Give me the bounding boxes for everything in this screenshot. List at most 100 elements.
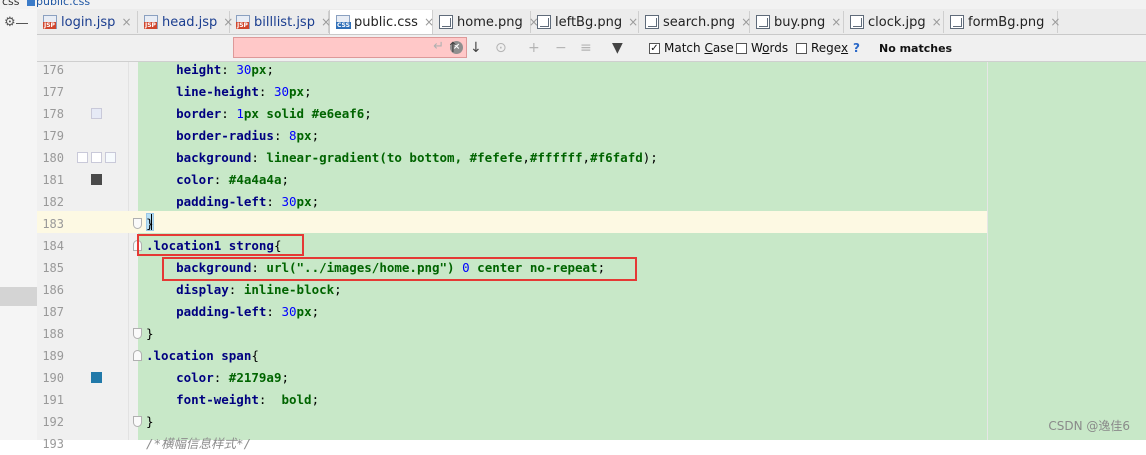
tab-clock-jpg[interactable]: clock.jpg × bbox=[844, 11, 944, 33]
code-line[interactable]: font-weight: bold; bbox=[146, 389, 319, 411]
tab-login-jsp[interactable]: login.jsp × bbox=[37, 11, 138, 33]
image-file-icon bbox=[950, 15, 964, 29]
filter-button[interactable]: ▼ bbox=[612, 39, 623, 57]
code-token: #2179a9 bbox=[228, 370, 282, 385]
tab-formbg-png[interactable]: formBg.png × bbox=[944, 11, 1060, 33]
color-swatch-icon[interactable] bbox=[77, 152, 88, 163]
jsp-file-icon bbox=[43, 15, 57, 29]
line-number: 185 bbox=[42, 261, 64, 275]
code-line[interactable]: .location span{ bbox=[146, 345, 259, 367]
code-line[interactable]: border: 1px solid #e6eaf6; bbox=[146, 103, 372, 125]
fold-marker-icon[interactable] bbox=[133, 416, 142, 427]
fold-marker-icon[interactable] bbox=[133, 350, 142, 361]
tab-leftbg-png[interactable]: leftBg.png × bbox=[531, 11, 639, 33]
option-label: Match Case bbox=[664, 41, 734, 55]
tab-label: formBg.png bbox=[968, 14, 1045, 30]
find-all-button[interactable]: ⊙ bbox=[495, 39, 507, 57]
current-line-highlight bbox=[37, 211, 987, 233]
code-line[interactable]: padding-left: 30px; bbox=[146, 301, 319, 323]
close-icon[interactable]: × bbox=[932, 15, 942, 29]
regex-help-link[interactable]: ? bbox=[853, 41, 860, 55]
jsp-file-icon bbox=[236, 15, 250, 29]
code-token: : bbox=[213, 370, 229, 385]
code-line[interactable]: } bbox=[146, 213, 154, 235]
line-number: 189 bbox=[42, 349, 64, 363]
search-status: No matches bbox=[879, 42, 953, 55]
tab-head-jsp[interactable]: head.jsp× bbox=[138, 11, 233, 33]
code-line[interactable]: color: #2179a9; bbox=[146, 367, 289, 389]
tab-buy-png[interactable]: buy.png × bbox=[750, 11, 844, 33]
code-token: ; bbox=[311, 304, 320, 319]
code-line[interactable]: } bbox=[146, 323, 154, 345]
code-token: px solid bbox=[243, 106, 312, 121]
color-swatch-icon[interactable] bbox=[91, 372, 102, 383]
select-all-occurrences-button[interactable]: ≡ bbox=[580, 39, 592, 57]
text-cursor bbox=[151, 214, 152, 230]
code-token: 30 bbox=[281, 194, 297, 209]
tab-public-css[interactable]: public.css× bbox=[329, 10, 434, 34]
code-token: ; bbox=[311, 128, 320, 143]
fold-marker-icon[interactable] bbox=[133, 328, 142, 339]
code-line[interactable]: padding-left: 30px; bbox=[146, 191, 319, 213]
code-line[interactable]: } bbox=[146, 411, 154, 433]
selected-tree-row[interactable] bbox=[0, 287, 37, 306]
line-number: 187 bbox=[42, 305, 64, 319]
code-token: 1 bbox=[236, 106, 244, 121]
code-token: : bbox=[273, 128, 289, 143]
code-token: : bbox=[221, 106, 237, 121]
remove-occurrence-button[interactable]: − bbox=[555, 39, 567, 57]
fold-marker-icon[interactable] bbox=[133, 218, 142, 229]
close-icon[interactable]: × bbox=[1050, 15, 1060, 29]
watermark: CSDN @逸佳6 bbox=[1048, 419, 1130, 433]
code-token: #4a4a4a bbox=[228, 172, 282, 187]
line-number: 179 bbox=[42, 129, 64, 143]
code-line[interactable]: border-radius: 8px; bbox=[146, 125, 319, 147]
option-words[interactable]: Words bbox=[736, 41, 788, 55]
prev-occurrence-button[interactable]: ↑ bbox=[447, 39, 459, 57]
code-token: ; bbox=[281, 172, 290, 187]
code-token: } bbox=[146, 326, 154, 341]
code-token: background bbox=[146, 150, 252, 165]
breadcrumb-file[interactable]: public.css bbox=[36, 0, 90, 8]
jsp-file-icon bbox=[144, 15, 158, 29]
next-occurrence-button[interactable]: ↓ bbox=[470, 39, 482, 57]
tab-search-png[interactable]: search.png × bbox=[639, 11, 751, 33]
checkbox[interactable] bbox=[736, 42, 747, 54]
code-line[interactable]: background: linear-gradient(to bottom, #… bbox=[146, 147, 658, 169]
tab-home-png[interactable]: home.png × bbox=[433, 11, 539, 33]
close-icon[interactable]: × bbox=[831, 15, 841, 29]
close-icon[interactable]: × bbox=[628, 15, 638, 29]
code-token: #f6fafd bbox=[590, 150, 643, 165]
code-token: : bbox=[258, 392, 282, 407]
color-swatch-icon[interactable] bbox=[91, 108, 102, 119]
option-regex[interactable]: Regex bbox=[796, 41, 848, 55]
color-swatch-icon[interactable] bbox=[91, 174, 102, 185]
annotation-box-background-rule bbox=[162, 257, 637, 281]
code-token: : bbox=[228, 282, 244, 297]
code-token: } bbox=[146, 414, 154, 429]
breadcrumb-root[interactable]: css bbox=[2, 0, 20, 8]
tab-label: login.jsp bbox=[61, 14, 116, 30]
code-token: line-height bbox=[146, 84, 259, 99]
code-token: 30 bbox=[236, 62, 252, 77]
code-line[interactable]: /*横幅信息样式*/ bbox=[146, 433, 251, 455]
search-input[interactable]: ↵ × bbox=[233, 37, 467, 58]
code-token: 30 bbox=[281, 304, 297, 319]
color-swatch-icon[interactable] bbox=[91, 152, 102, 163]
tab-billlist-jsp[interactable]: billlist.jsp× bbox=[230, 11, 331, 33]
option-match-case[interactable]: ✓ Match Case bbox=[649, 41, 734, 55]
code-line[interactable]: line-height: 30px; bbox=[146, 81, 312, 103]
code-line[interactable]: height: 30px; bbox=[146, 59, 274, 81]
add-occurrence-button[interactable]: + bbox=[528, 39, 540, 57]
gear-icon[interactable]: ⚙ bbox=[4, 15, 16, 30]
checkbox[interactable] bbox=[796, 42, 807, 54]
checkbox[interactable]: ✓ bbox=[649, 42, 660, 54]
code-token: padding-left bbox=[146, 304, 267, 319]
color-swatch-icon[interactable] bbox=[105, 152, 116, 163]
code-line[interactable]: color: #4a4a4a; bbox=[146, 169, 289, 191]
code-line[interactable]: display: inline-block; bbox=[146, 279, 342, 301]
hide-icon[interactable] bbox=[16, 23, 28, 24]
code-token: inline-block bbox=[243, 282, 335, 297]
close-icon[interactable]: × bbox=[121, 15, 131, 29]
line-number: 184 bbox=[42, 239, 64, 253]
